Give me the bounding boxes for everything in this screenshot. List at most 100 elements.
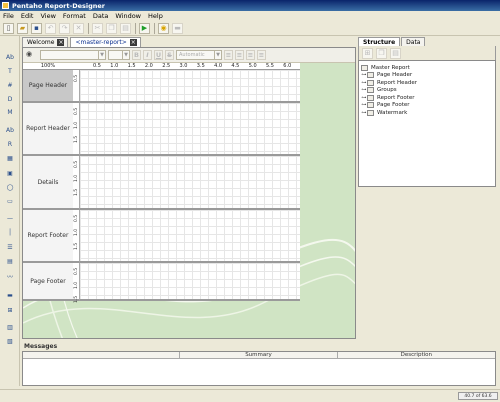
eye-icon[interactable]: ◉ (26, 50, 36, 60)
column-header-summary[interactable]: Summary (180, 352, 338, 358)
resource-label-icon[interactable]: Ab (5, 126, 15, 135)
menu-edit[interactable]: Edit (21, 12, 34, 20)
align-center-button[interactable]: ≡ (235, 50, 244, 60)
menu-file[interactable]: File (3, 12, 14, 20)
date-field-icon[interactable]: D (5, 95, 15, 104)
open-icon[interactable]: ▰ (17, 22, 28, 34)
subreport-icon[interactable]: ⊞ (5, 306, 15, 315)
band-area-report-footer[interactable] (80, 210, 300, 263)
tab-data[interactable]: Data (401, 37, 426, 46)
survey-scale-icon[interactable]: ☰ (5, 243, 15, 252)
copy-icon[interactable]: ❐ (376, 47, 387, 59)
rectangle-icon[interactable]: ▭ (5, 197, 15, 206)
bold-button[interactable]: B (132, 50, 141, 60)
report-section-icon (367, 109, 374, 116)
band-icon[interactable]: ▬ (5, 291, 15, 300)
chart-icon[interactable]: ▤ (5, 257, 15, 266)
image-icon[interactable]: ▣ (5, 169, 15, 178)
band-label-report-footer[interactable]: Report Footer (23, 210, 73, 263)
format-toolbar: ◉ ▼ ▼ B I U S Automatic ▼ ≡ ≡ ≡ ≡ (23, 48, 355, 63)
tree-item[interactable]: ⊶ Watermark (361, 109, 493, 117)
tree-item[interactable]: ⊶ Page Footer (361, 102, 493, 110)
tree-item-label: Master Report (371, 64, 410, 71)
band-area-page-footer[interactable] (80, 263, 300, 301)
cut-icon[interactable]: ✂ (92, 22, 103, 34)
menu-format[interactable]: Format (63, 12, 86, 20)
save-icon[interactable]: ▪ (31, 22, 42, 34)
window-title: Pentaho Report-Designer (12, 1, 105, 10)
tab-welcome-label: Welcome (27, 39, 55, 46)
close-icon[interactable]: × (57, 39, 65, 46)
ruler-tick-label: 5.5 (266, 63, 274, 69)
messages-title: Messages (24, 343, 58, 350)
ruler-tick-label: 3.0 (179, 63, 188, 69)
report-section-icon (367, 79, 374, 86)
menu-help[interactable]: Help (148, 12, 163, 20)
underline-button[interactable]: U (154, 50, 163, 60)
title-bar: Pentaho Report-Designer (0, 0, 500, 11)
add-icon[interactable]: ⊞ (362, 47, 373, 59)
number-field-icon[interactable]: # (5, 81, 15, 90)
band-label-page-header[interactable]: Page Header (23, 70, 73, 103)
chevron-down-icon: ▼ (214, 51, 221, 59)
horizontal-line-icon[interactable]: — (5, 214, 15, 223)
publish-icon[interactable]: ◉ (158, 22, 169, 34)
table-of-contents-icon[interactable]: ▥ (5, 323, 15, 332)
index-icon[interactable]: ▧ (5, 337, 15, 346)
font-family-combo[interactable]: ▼ (40, 50, 106, 60)
image-field-icon[interactable]: ▦ (5, 154, 15, 163)
close-icon[interactable]: × (129, 39, 137, 46)
tree-item[interactable]: ⊶ Page Header (361, 72, 493, 80)
band-area-page-header[interactable] (80, 70, 300, 103)
band-label-details[interactable]: Details (23, 156, 73, 210)
menu-window[interactable]: Window (115, 12, 141, 20)
resource-field-icon[interactable]: R (5, 140, 15, 149)
ruler-tick-label: 0.5 (93, 63, 101, 69)
memory-indicator[interactable]: 40.7 of 63.6 (458, 392, 498, 400)
italic-button[interactable]: I (143, 50, 152, 60)
font-size-combo[interactable]: ▼ (108, 50, 130, 60)
run-preview-icon[interactable]: ▶ (139, 22, 150, 34)
deploy-icon[interactable]: ▬ (172, 22, 183, 34)
column-header-type[interactable] (23, 352, 181, 358)
tree-item[interactable]: ⊶ Report Footer (361, 94, 493, 102)
band-label-report-header[interactable]: Report Header (23, 103, 73, 156)
band-label-page-footer[interactable]: Page Footer (23, 263, 73, 301)
label-icon[interactable]: Ab (5, 53, 15, 62)
tree-item[interactable]: ⊶ Groups (361, 87, 493, 95)
new-report-icon[interactable]: ▯ (3, 22, 14, 34)
strikethrough-button[interactable]: S (165, 50, 174, 60)
column-header-description[interactable]: Description (338, 352, 495, 358)
band-vertical-ruler: 0.5 1.0 1.5 (73, 156, 80, 210)
tab-master-report[interactable]: <master-report> × (70, 37, 141, 47)
copy-icon[interactable]: ❐ (106, 22, 117, 34)
autosize-combo[interactable]: Automatic ▼ (176, 50, 222, 60)
delete-icon[interactable]: ✕ (73, 22, 84, 34)
tree-item[interactable]: Master Report (361, 64, 493, 72)
tab-master-report-label: <master-report> (75, 39, 127, 46)
tab-welcome[interactable]: Welcome × (22, 37, 69, 47)
redo-icon[interactable]: ↷ (59, 22, 70, 34)
menu-data[interactable]: Data (93, 12, 109, 20)
tree-item-label: Report Header (377, 79, 418, 86)
app-logo-icon (2, 2, 9, 9)
tree-item[interactable]: ⊶ Report Header (361, 79, 493, 87)
vertical-line-icon[interactable]: │ (5, 228, 15, 237)
align-justify-button[interactable]: ≡ (257, 50, 266, 60)
sparkline-icon[interactable]: 〰 (5, 272, 15, 281)
text-field-icon[interactable]: T (5, 67, 15, 76)
paste-icon[interactable]: ▤ (390, 47, 401, 59)
ruler-tick-label: 1.5 (74, 188, 79, 196)
message-field-icon[interactable]: M (5, 108, 15, 117)
band-area-report-header[interactable] (80, 103, 300, 156)
paste-icon[interactable]: ▤ (120, 22, 131, 34)
ruler-tick-label: 0.5 (74, 74, 79, 82)
tab-structure[interactable]: Structure (358, 37, 401, 46)
ellipse-icon[interactable]: ◯ (5, 183, 15, 192)
menu-view[interactable]: View (40, 12, 55, 20)
align-left-button[interactable]: ≡ (224, 50, 233, 60)
align-right-button[interactable]: ≡ (246, 50, 255, 60)
band-area-details[interactable] (80, 156, 300, 210)
zoom-level[interactable]: 100% (23, 63, 73, 70)
undo-icon[interactable]: ↶ (45, 22, 56, 34)
